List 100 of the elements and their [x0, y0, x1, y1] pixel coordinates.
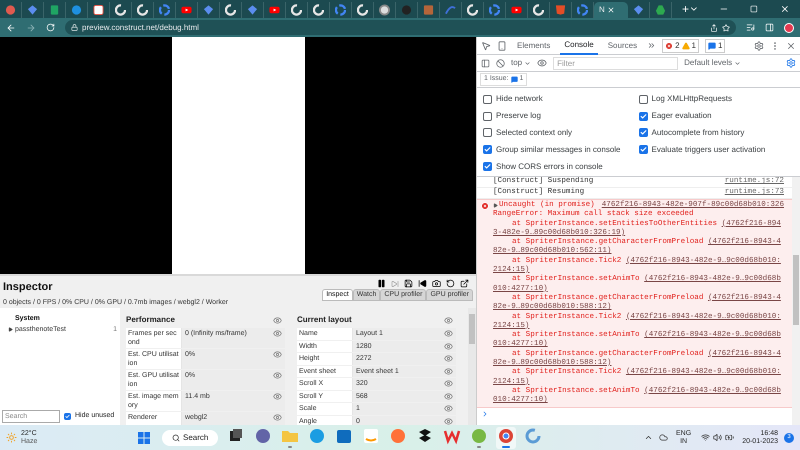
app-icon: [254, 427, 272, 445]
app-icon: [362, 427, 380, 445]
tab-favicon-icon: [577, 4, 588, 16]
checkbox[interactable]: [638, 128, 648, 138]
tab-favicon-icon: [555, 4, 566, 16]
checkbox[interactable]: [483, 112, 492, 121]
device-icon[interactable]: [497, 40, 507, 50]
expand-icon[interactable]: [493, 203, 498, 208]
new-tab-button[interactable]: +: [682, 0, 690, 18]
eye-icon[interactable]: [444, 366, 453, 376]
tab-favicon-icon: [633, 4, 644, 16]
levels-select[interactable]: Default levels: [684, 57, 742, 69]
tab-favicon-icon: [401, 4, 412, 16]
eye-icon[interactable]: [273, 371, 282, 380]
eye-icon[interactable]: [444, 379, 453, 388]
reload-icon[interactable]: [446, 279, 455, 288]
more-tabs-icon[interactable]: [647, 41, 656, 50]
eye-icon[interactable]: [444, 354, 453, 363]
setting-label: Hide network: [496, 93, 543, 106]
eye-icon[interactable]: [273, 316, 282, 324]
step-icon[interactable]: [391, 280, 399, 288]
checkbox[interactable]: [483, 94, 492, 104]
filter-field[interactable]: Filter: [553, 56, 678, 70]
eye-icon[interactable]: [444, 316, 453, 324]
pause-icon[interactable]: [377, 279, 386, 288]
popout-icon[interactable]: [460, 279, 469, 288]
setting-label: Evaluate triggers user activation: [652, 144, 766, 156]
media-icon[interactable]: [746, 23, 755, 32]
checkbox[interactable]: [483, 162, 492, 172]
tab-favicon-icon: [467, 4, 478, 16]
tab-favicon-icon: [27, 4, 38, 16]
checkbox[interactable]: [64, 413, 71, 420]
eye-icon[interactable]: [273, 350, 282, 359]
tab-favicon-icon: [489, 4, 500, 16]
context-select[interactable]: top: [511, 57, 532, 69]
browser-tab[interactable]: N: [594, 2, 628, 18]
start-icon[interactable]: [138, 432, 150, 444]
app-icon: [497, 427, 516, 445]
eye-icon[interactable]: [273, 329, 282, 338]
tray-overflow-icon[interactable]: [644, 433, 654, 442]
sidebar-icon[interactable]: [481, 58, 490, 68]
setting-label: Group similar messages in console: [496, 144, 620, 156]
restart-icon[interactable]: [418, 279, 427, 288]
close-icon[interactable]: [786, 40, 796, 50]
devtools-tab[interactable]: Console: [560, 36, 598, 54]
info-button[interactable]: 1: [704, 38, 726, 52]
tab-favicon-icon: [93, 4, 104, 16]
profile-avatar[interactable]: [784, 22, 794, 32]
inspect-icon[interactable]: [481, 40, 491, 50]
settings-icon[interactable]: [786, 58, 796, 68]
prompt-icon[interactable]: [481, 410, 489, 418]
share-icon[interactable]: [710, 24, 718, 32]
checkbox[interactable]: [483, 145, 492, 154]
eye-icon[interactable]: [537, 58, 548, 68]
clear-icon[interactable]: [496, 58, 505, 68]
eye-icon[interactable]: [444, 342, 453, 350]
close-icon[interactable]: [780, 4, 790, 14]
tab-favicon-icon: [225, 4, 236, 16]
setting-label: Eager evaluation: [652, 110, 712, 122]
warning-icon: [682, 42, 690, 50]
eye-icon[interactable]: [444, 404, 453, 413]
forward-icon[interactable]: [26, 22, 36, 32]
wifi-icon[interactable]: [701, 433, 710, 442]
expand-icon[interactable]: [8, 327, 13, 332]
close-icon[interactable]: [606, 6, 615, 14]
setting-label: Preserve log: [496, 110, 541, 122]
setting-label: Show CORS errors in console: [496, 160, 603, 173]
eye-icon[interactable]: [444, 329, 453, 338]
battery-icon[interactable]: [725, 433, 734, 442]
eye-icon[interactable]: [444, 416, 453, 425]
address-bar[interactable]: preview.construct.net/debug.html: [65, 20, 736, 35]
inspector-title: Inspector: [3, 280, 54, 295]
devtools-tab[interactable]: Sources: [604, 36, 642, 54]
bookmark-icon[interactable]: [722, 24, 730, 32]
setting-label: Selected context only: [496, 126, 572, 139]
lock-icon: [71, 24, 78, 31]
search-button[interactable]: Search: [162, 430, 218, 446]
tab-favicon-icon: [379, 4, 390, 16]
section-title: Performance: [126, 314, 175, 326]
tab-favicon-icon: [247, 4, 258, 16]
error-icon: [481, 202, 489, 210]
checkbox[interactable]: [483, 128, 492, 138]
camera-icon[interactable]: [432, 279, 441, 288]
cloud-icon[interactable]: [659, 433, 668, 442]
eye-icon[interactable]: [444, 392, 453, 400]
eye-icon[interactable]: [273, 413, 282, 422]
save-icon[interactable]: [404, 279, 413, 288]
section-title: Current layout: [297, 314, 352, 326]
speaker-icon[interactable]: [713, 433, 722, 442]
checkbox[interactable]: [638, 145, 648, 154]
checkbox[interactable]: [638, 94, 648, 104]
back-icon[interactable]: [6, 22, 16, 32]
checkbox[interactable]: [638, 112, 648, 121]
url-text: preview.construct.net/debug.html: [82, 22, 199, 34]
eye-icon[interactable]: [273, 392, 282, 401]
counts-button[interactable]: 2 1: [662, 38, 699, 52]
side-panel-icon[interactable]: [765, 23, 774, 32]
settings-icon[interactable]: [754, 40, 764, 50]
devtools-tab[interactable]: Elements: [513, 36, 554, 54]
maximize-icon[interactable]: [750, 5, 758, 13]
